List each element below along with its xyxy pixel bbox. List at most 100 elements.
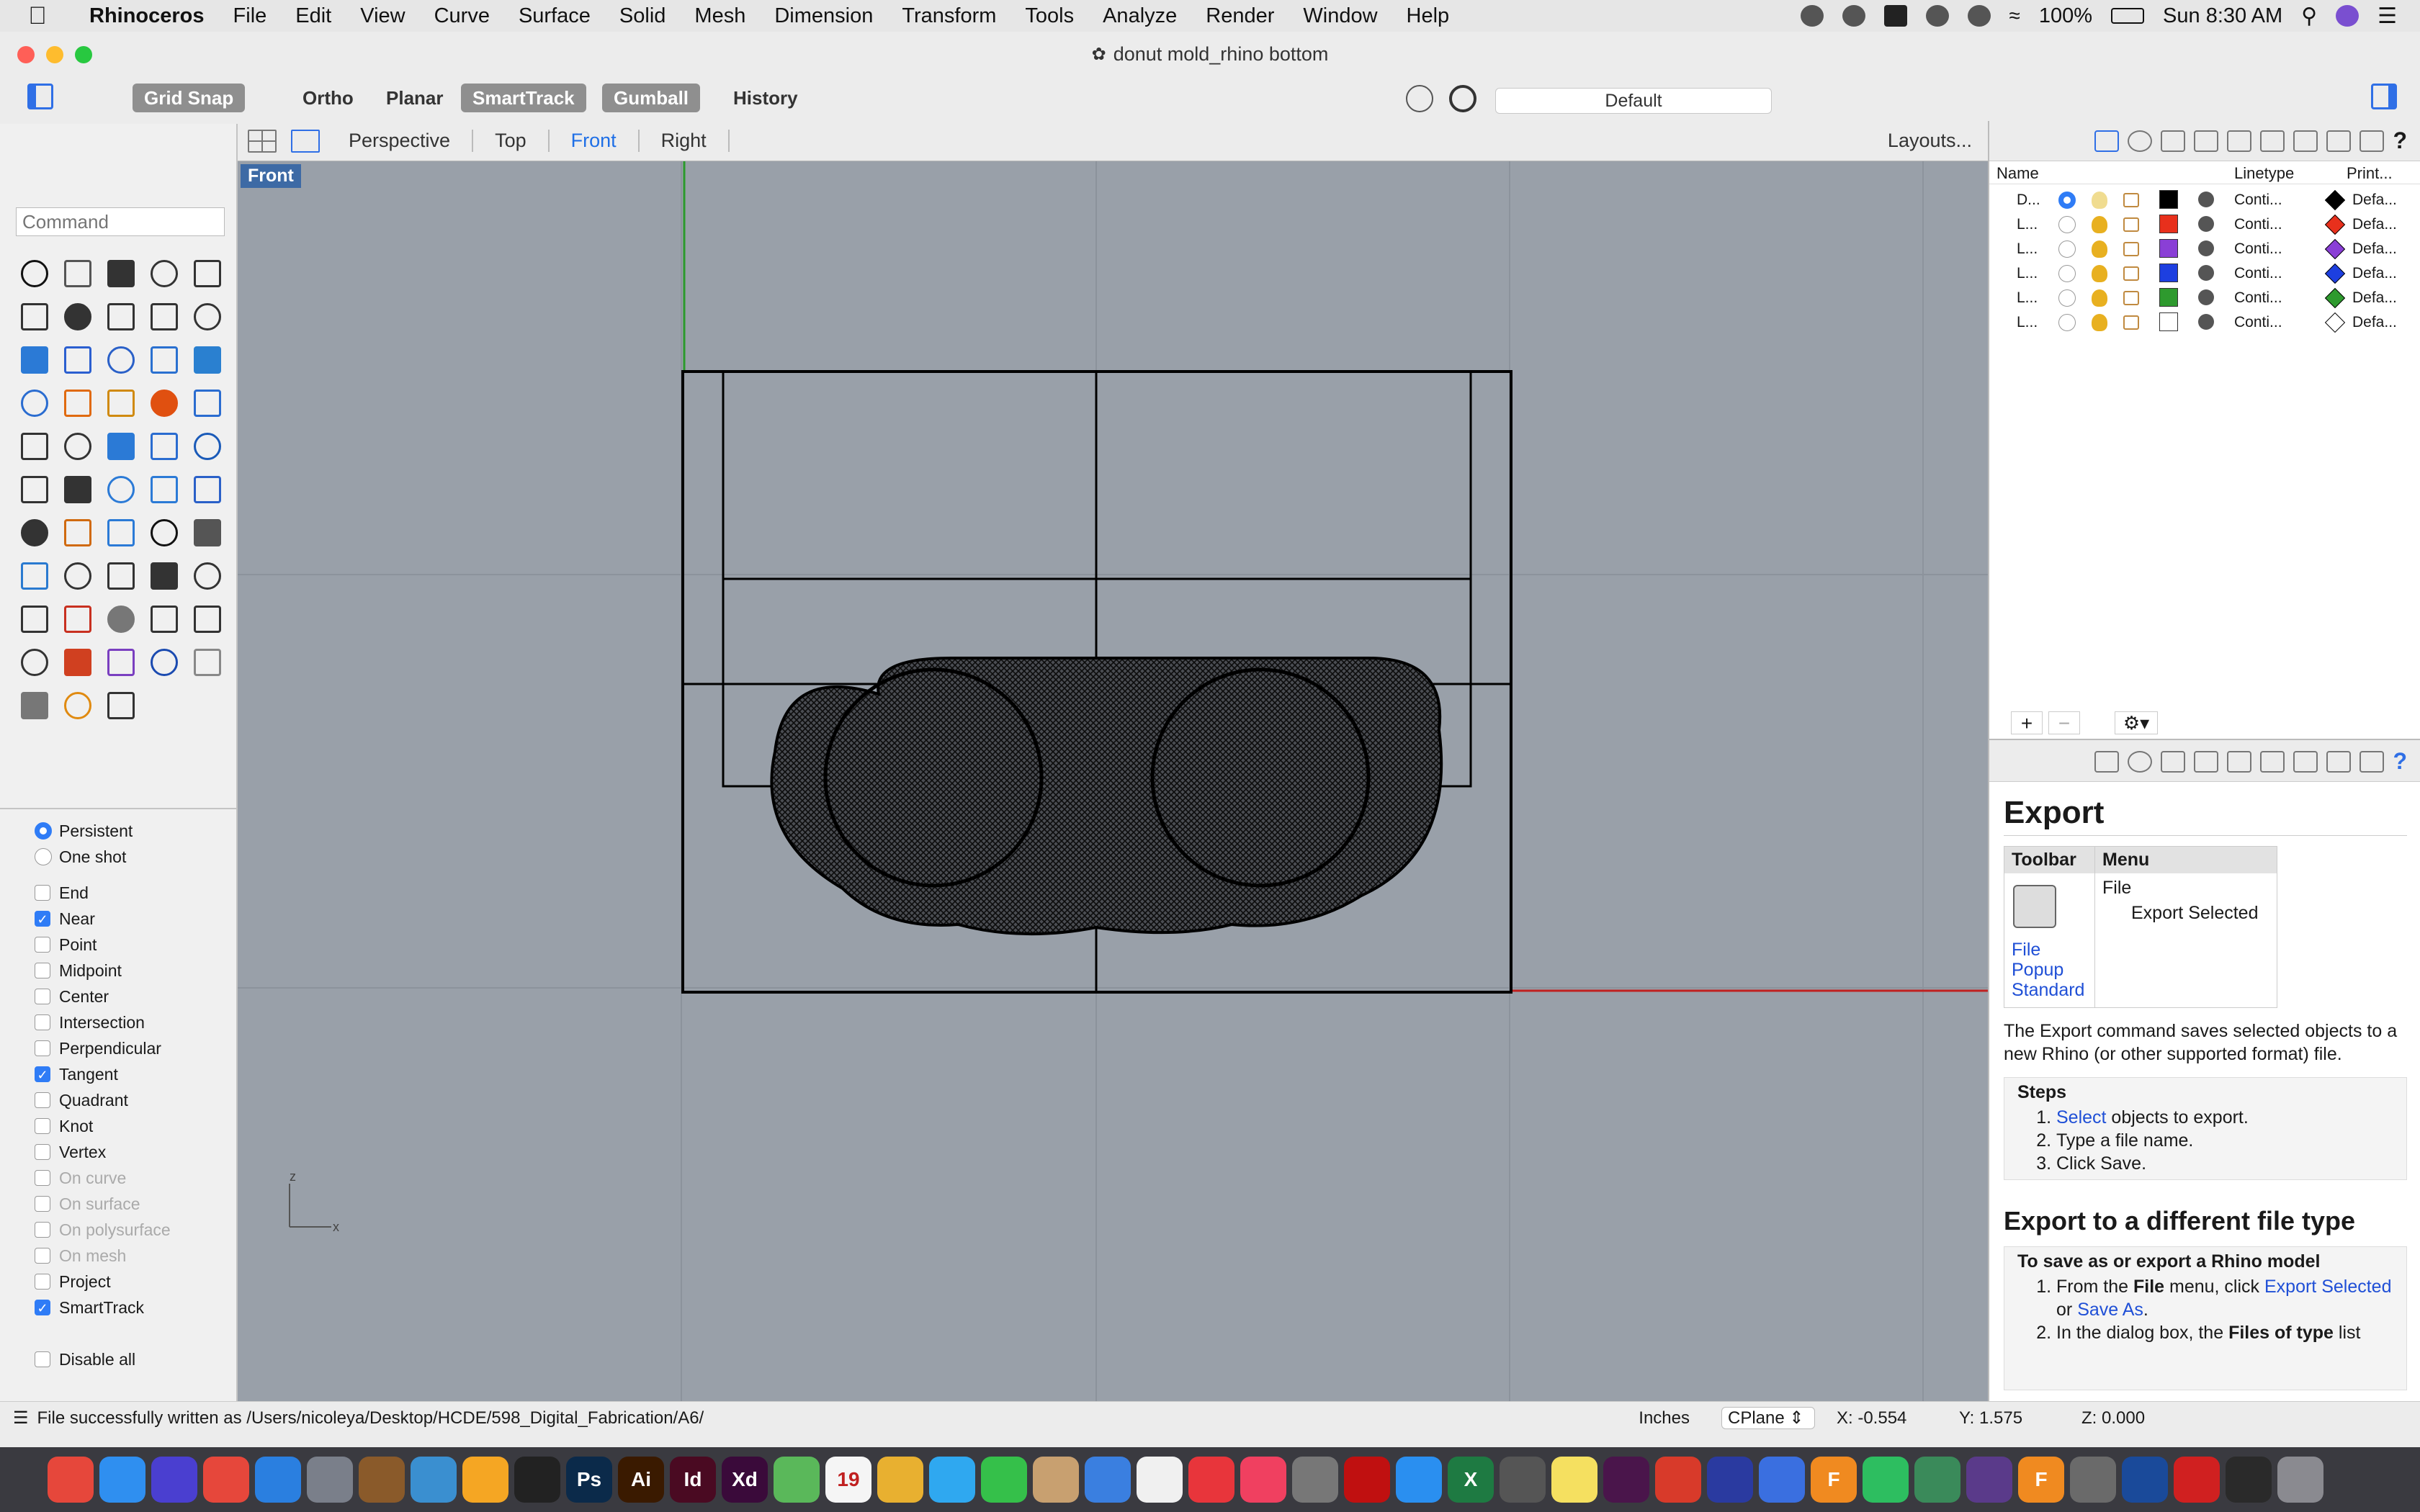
minimize-window-button[interactable] — [46, 46, 63, 63]
osnap-smarttrack[interactable]: ✓ SmartTrack — [0, 1295, 236, 1320]
checkbox-icon[interactable] — [35, 937, 50, 953]
rectangle-tool-icon[interactable] — [99, 295, 143, 338]
remove-layer-icon[interactable]: − — [2048, 711, 2080, 734]
osnap-perpendicular[interactable]: Perpendicular — [0, 1035, 236, 1061]
menu-item-render[interactable]: Render — [1191, 4, 1289, 28]
gumball-toggle[interactable]: Gumball — [602, 84, 701, 112]
layer-row[interactable]: D... Conti... Defa... — [1989, 187, 2420, 212]
material-sphere-icon[interactable] — [2198, 289, 2214, 305]
layers-tab-icon-2[interactable] — [2094, 750, 2120, 773]
layer-row[interactable]: L... Conti... Defa... — [1989, 212, 2420, 236]
shade-tool-icon[interactable] — [56, 641, 99, 684]
history-toggle[interactable]: History — [722, 84, 810, 112]
wifi-icon[interactable]: ≈ — [2009, 4, 2020, 27]
sun-tab-icon[interactable] — [2260, 130, 2285, 152]
menu-item-file[interactable]: File — [219, 4, 282, 28]
material-sphere-icon[interactable] — [2198, 216, 2214, 232]
lock-icon[interactable] — [2123, 266, 2139, 281]
trim-tool-icon[interactable] — [143, 382, 186, 425]
dropbox-icon[interactable] — [1883, 5, 1907, 27]
layer-linetype[interactable]: Conti... — [2234, 192, 2282, 209]
copy-tool-icon[interactable] — [56, 468, 99, 511]
bulb-tool-icon[interactable] — [186, 598, 229, 641]
layouts-tab-icon-2[interactable] — [2326, 750, 2352, 773]
reminders-dock-icon[interactable] — [1137, 1457, 1183, 1503]
trash-dock-icon[interactable] — [2277, 1457, 2323, 1503]
lock-icon[interactable] — [2123, 217, 2139, 232]
extrude-tool-icon[interactable] — [56, 338, 99, 382]
menu-item-window[interactable]: Window — [1289, 4, 1392, 28]
step-1-select-link[interactable]: Select — [2056, 1107, 2106, 1128]
grid-array-tool-icon[interactable] — [13, 511, 56, 554]
layer-print-width[interactable]: Defa... — [2352, 289, 2397, 307]
checkbox-icon[interactable] — [35, 1118, 50, 1134]
zoom-extents-tool-icon[interactable] — [99, 554, 143, 598]
osnap-tangent[interactable]: ✓ Tangent — [0, 1061, 236, 1087]
photoshop-dock-icon[interactable]: Ps — [566, 1457, 612, 1503]
wunderlist-dock-icon[interactable] — [1655, 1457, 1701, 1503]
toolbar-link-popup[interactable]: Popup — [2012, 960, 2087, 980]
layer-print-width[interactable]: Defa... — [2352, 192, 2397, 209]
stickies-dock-icon[interactable] — [1551, 1457, 1597, 1503]
layer-color-swatch[interactable] — [2159, 264, 2178, 282]
launchpad-dock-icon[interactable] — [307, 1457, 353, 1503]
lock-icon[interactable] — [2123, 193, 2139, 207]
app-store-dock-icon[interactable] — [1396, 1457, 1442, 1503]
menu-item-dimension[interactable]: Dimension — [760, 4, 887, 28]
safari-dock-icon[interactable] — [255, 1457, 301, 1503]
contacts-dock-icon[interactable] — [1033, 1457, 1079, 1503]
cylinder-tool-icon[interactable] — [186, 338, 229, 382]
cplane-dropdown[interactable]: CPlane ⇕ — [1721, 1407, 1815, 1429]
four-view-layout-icon[interactable] — [248, 129, 277, 153]
checkbox-icon[interactable] — [35, 885, 50, 901]
user-icon[interactable] — [2336, 5, 2360, 27]
explode-tool-icon[interactable] — [56, 382, 99, 425]
light-tool-icon[interactable] — [13, 554, 56, 598]
osnap-quadrant[interactable]: Quadrant — [0, 1087, 236, 1113]
cplanes-tab-icon[interactable] — [2293, 130, 2318, 152]
checkbox-icon[interactable] — [35, 1040, 50, 1056]
layer-color-swatch[interactable] — [2159, 215, 2178, 233]
time-machine-icon[interactable] — [1967, 5, 1991, 27]
properties-tab-icon[interactable] — [2194, 130, 2219, 152]
command-input[interactable] — [16, 207, 225, 236]
red-app-dock-icon[interactable] — [2174, 1457, 2220, 1503]
close-window-button[interactable] — [17, 46, 35, 63]
texture-tool-icon[interactable] — [186, 641, 229, 684]
render-tab-icon-2[interactable] — [2128, 750, 2153, 773]
layer-color-swatch[interactable] — [2159, 288, 2178, 307]
export-selected-link[interactable]: Export Selected — [2264, 1277, 2392, 1297]
display-tab-icon-2[interactable] — [2360, 750, 2385, 773]
checkbox-icon[interactable]: ✓ — [35, 911, 50, 927]
material-sphere-icon[interactable] — [2198, 265, 2214, 281]
slack-dock-icon[interactable] — [1603, 1457, 1649, 1503]
osnap-midpoint[interactable]: Midpoint — [0, 958, 236, 984]
fillet-tool-icon[interactable] — [186, 295, 229, 338]
save-as-link[interactable]: Save As — [2077, 1300, 2143, 1320]
lock-icon[interactable] — [2123, 242, 2139, 256]
column-name[interactable]: Name — [1996, 164, 2039, 183]
checkbox-icon[interactable] — [35, 963, 50, 978]
tray-icon-1[interactable] — [1800, 5, 1824, 27]
chrome-2-dock-icon[interactable] — [203, 1457, 249, 1503]
print-color-diamond-icon[interactable] — [2324, 263, 2346, 284]
osnap-knot[interactable]: Knot — [0, 1113, 236, 1139]
layer-name[interactable]: L... — [2017, 240, 2038, 258]
material-sphere-icon[interactable] — [2198, 314, 2214, 330]
checkbox-icon[interactable]: ✓ — [35, 1300, 50, 1315]
zoom-in-tool-icon[interactable] — [56, 554, 99, 598]
layer-name[interactable]: L... — [2017, 265, 2038, 282]
rhino-dock-icon[interactable] — [2070, 1457, 2116, 1503]
facetime-dock-icon[interactable] — [981, 1457, 1027, 1503]
layouts-tab-icon[interactable] — [2326, 130, 2352, 152]
visibility-bulb-icon[interactable] — [2092, 314, 2107, 331]
fusion-2-dock-icon[interactable]: F — [2018, 1457, 2064, 1503]
cplanes-tab-icon-2[interactable] — [2293, 750, 2318, 773]
print-color-diamond-icon[interactable] — [2324, 214, 2346, 235]
news-dock-icon[interactable] — [1188, 1457, 1234, 1503]
tab-top[interactable]: Top — [473, 130, 550, 152]
excel-dock-icon[interactable]: X — [1448, 1457, 1494, 1503]
polygon-tool-icon[interactable] — [143, 295, 186, 338]
osnap-point[interactable]: Point — [0, 932, 236, 958]
join-tool-icon[interactable] — [99, 382, 143, 425]
